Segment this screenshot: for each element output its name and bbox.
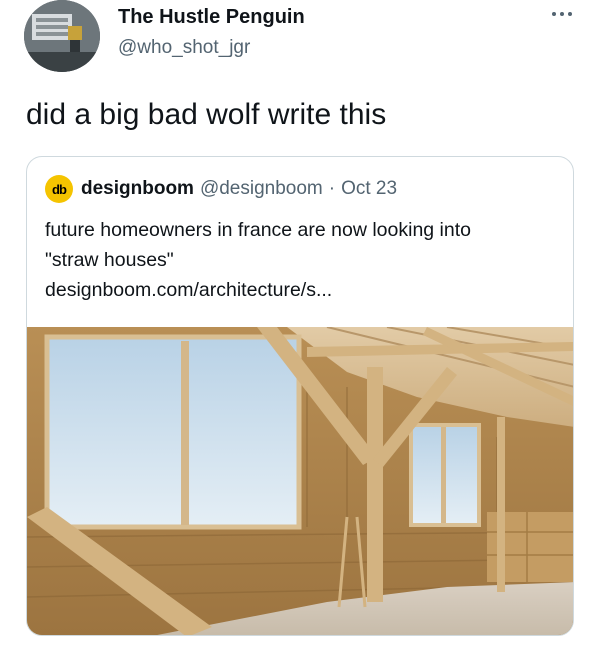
avatar-image — [24, 0, 100, 72]
more-horizontal-icon[interactable] — [550, 8, 574, 20]
quote-link[interactable]: designboom.com/architecture/s... — [45, 275, 555, 305]
quote-text: future homeowners in france are now look… — [45, 215, 555, 305]
author-handle[interactable]: @who_shot_jgr — [118, 37, 250, 59]
separator-dot: · — [328, 178, 336, 199]
quote-text-line: "straw houses" — [45, 249, 174, 271]
quote-author-handle[interactable]: @designboom — [200, 178, 323, 199]
designboom-logo-text: db — [52, 181, 67, 197]
quote-tweet-card[interactable]: db designboom @designboom · Oct 23 future … — [26, 156, 574, 636]
tweet-text: did a big bad wolf write this — [26, 98, 387, 131]
author-display-name[interactable]: The Hustle Penguin — [118, 6, 305, 29]
designboom-logo-icon[interactable]: db — [45, 175, 73, 203]
quote-date[interactable]: Oct 23 — [341, 178, 397, 199]
quote-header: db designboom @designboom · Oct 23 — [45, 175, 397, 203]
avatar[interactable] — [24, 0, 100, 72]
straw-house-photo[interactable] — [27, 327, 573, 635]
quote-text-line: future homeowners in france are now look… — [45, 219, 471, 241]
quote-author-name[interactable]: designboom — [81, 178, 194, 200]
